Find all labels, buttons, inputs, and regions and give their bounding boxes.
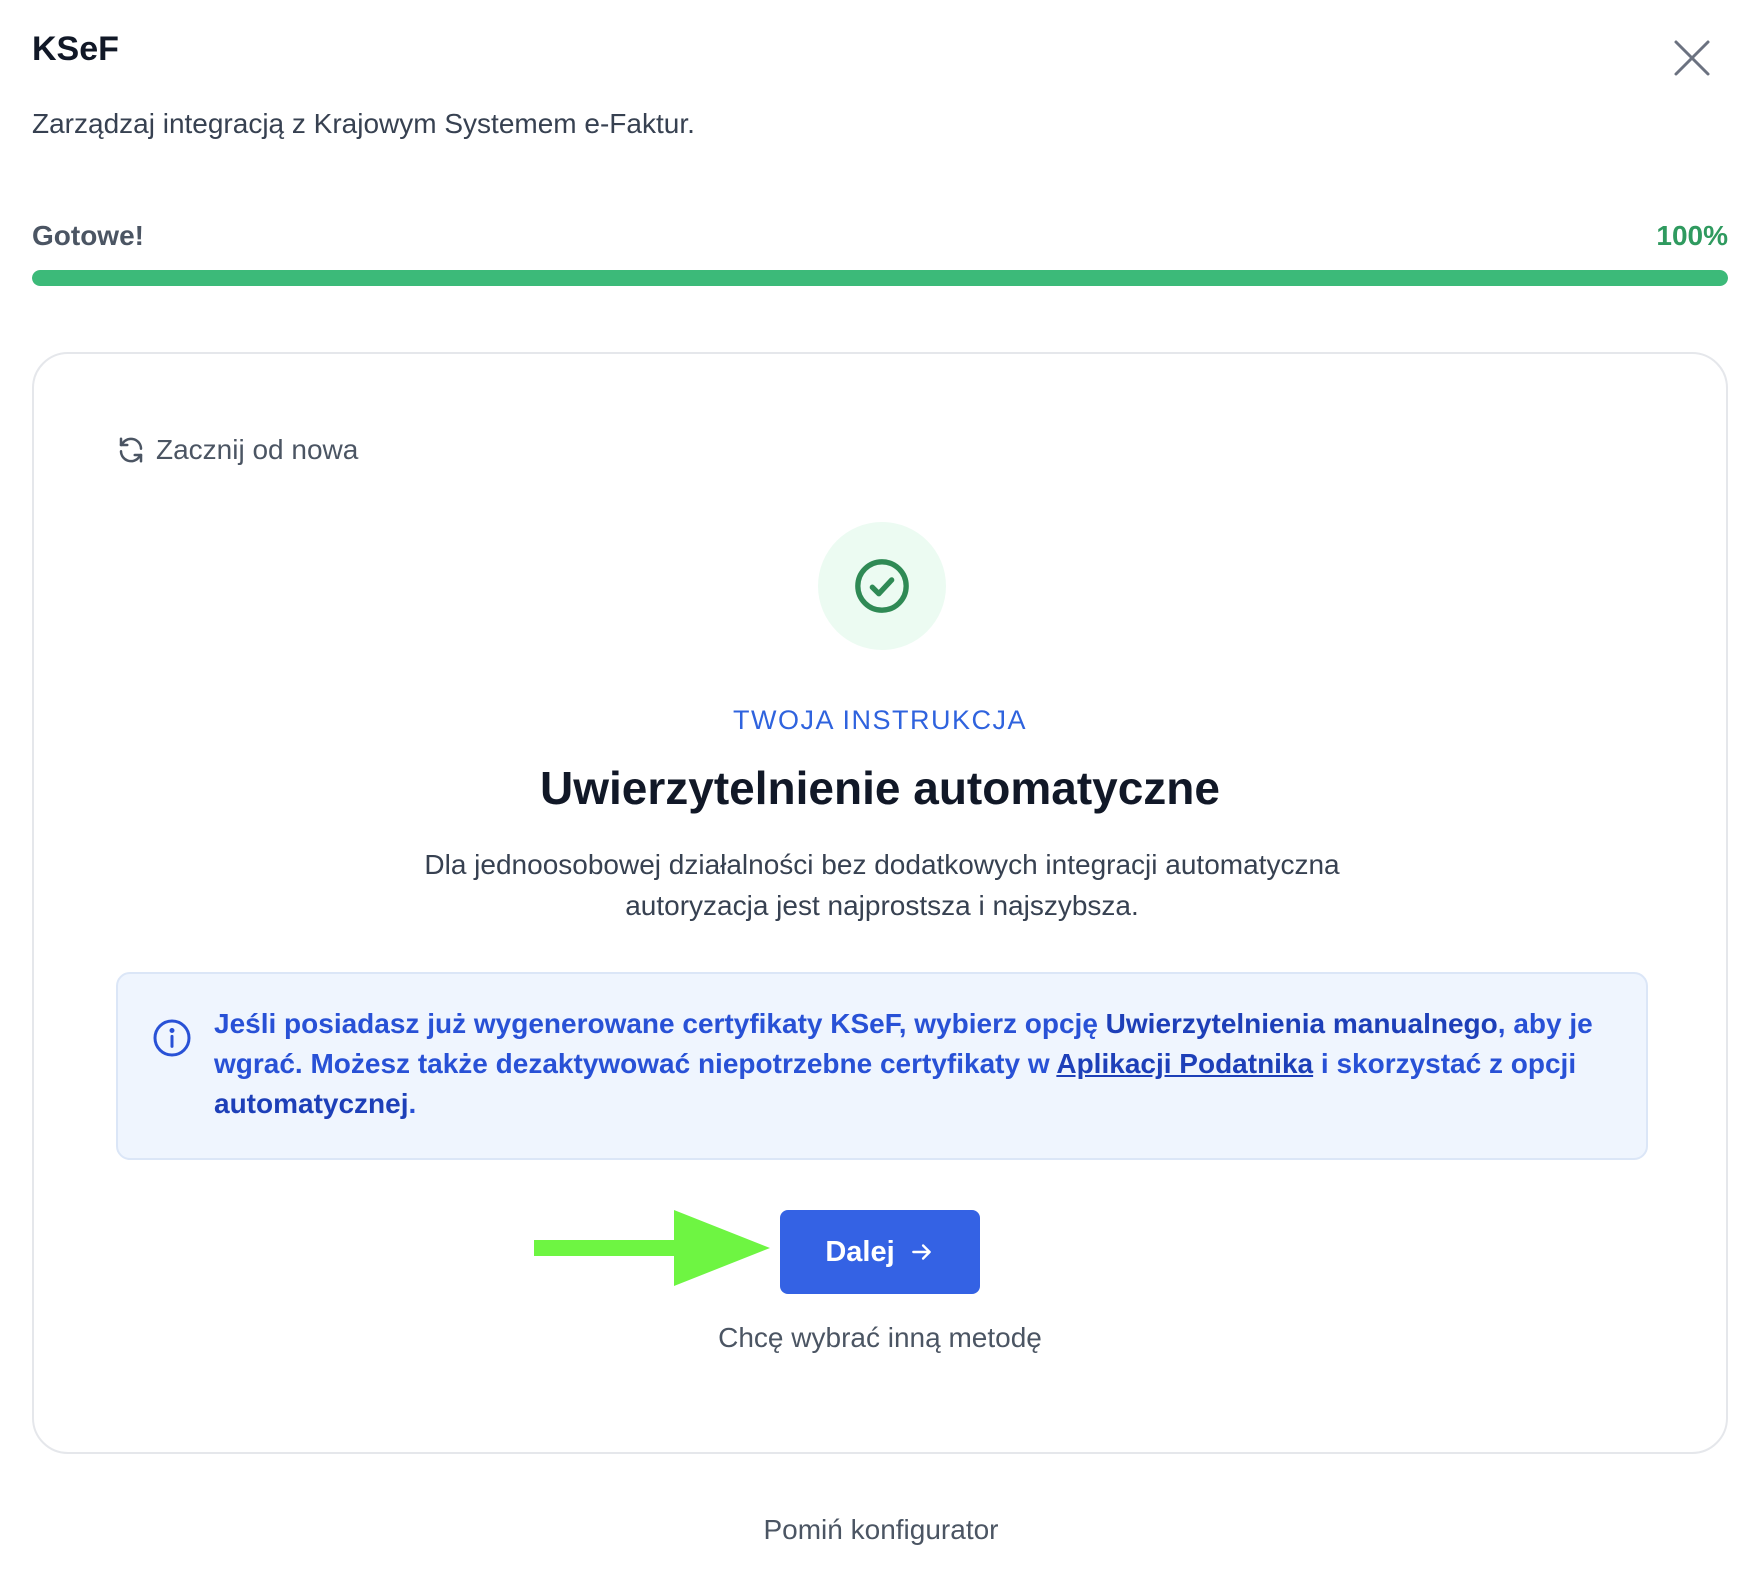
next-button-label: Dalej (825, 1235, 895, 1268)
instruction-card: Zacznij od nowa TWOJA INSTRUKCJA Uwierzy… (32, 352, 1728, 1454)
choose-other-method-link[interactable]: Chcę wybrać inną metodę (34, 1318, 1726, 1358)
progress-bar-fill (32, 270, 1728, 286)
page-subtitle: Zarządzaj integracją z Krajowym Systemem… (32, 108, 695, 139)
info-text-part: . (408, 1088, 417, 1119)
instruction-description: Dla jednoosobowej działalności bez dodat… (424, 849, 1340, 921)
info-icon (153, 1019, 191, 1057)
restart-label: Zacznij od nowa (156, 434, 359, 465)
arrow-right-icon (911, 1244, 931, 1260)
instruction-title: Uwierzytelnienie automatyczne (540, 762, 1220, 814)
progress-bar (32, 270, 1728, 286)
progress-label: Gotowe! (32, 220, 144, 251)
annotation-arrow-icon (534, 1210, 770, 1286)
taxpayer-app-link[interactable]: Aplikacji Podatnika (1056, 1048, 1313, 1079)
progress-percentage: 100% (1656, 220, 1728, 251)
next-button[interactable]: Dalej (780, 1210, 980, 1294)
info-text-part: Jeśli posiadasz już wygenerowane certyfi… (214, 1008, 1106, 1039)
instruction-eyebrow: TWOJA INSTRUKCJA (732, 705, 1027, 735)
info-text-part: i skorzystać z opcji (1313, 1048, 1577, 1079)
refresh-icon (119, 437, 143, 463)
automatic-option-highlight: automatycznej (214, 1088, 409, 1119)
close-icon (1674, 40, 1710, 76)
close-button[interactable] (1670, 36, 1714, 80)
check-circle-icon (855, 559, 909, 613)
manual-auth-highlight: Uwierzytelnienia manualnego (1105, 1008, 1498, 1039)
restart-button[interactable]: Zacznij od nowa (116, 434, 358, 466)
info-notice: Jeśli posiadasz już wygenerowane certyfi… (116, 972, 1648, 1160)
info-notice-text: Jeśli posiadasz już wygenerowane certyfi… (214, 1004, 1624, 1124)
app-title: KSeF (32, 30, 119, 68)
success-badge (818, 522, 946, 650)
skip-configurator-link[interactable]: Pomiń konfigurator (0, 1510, 1762, 1550)
